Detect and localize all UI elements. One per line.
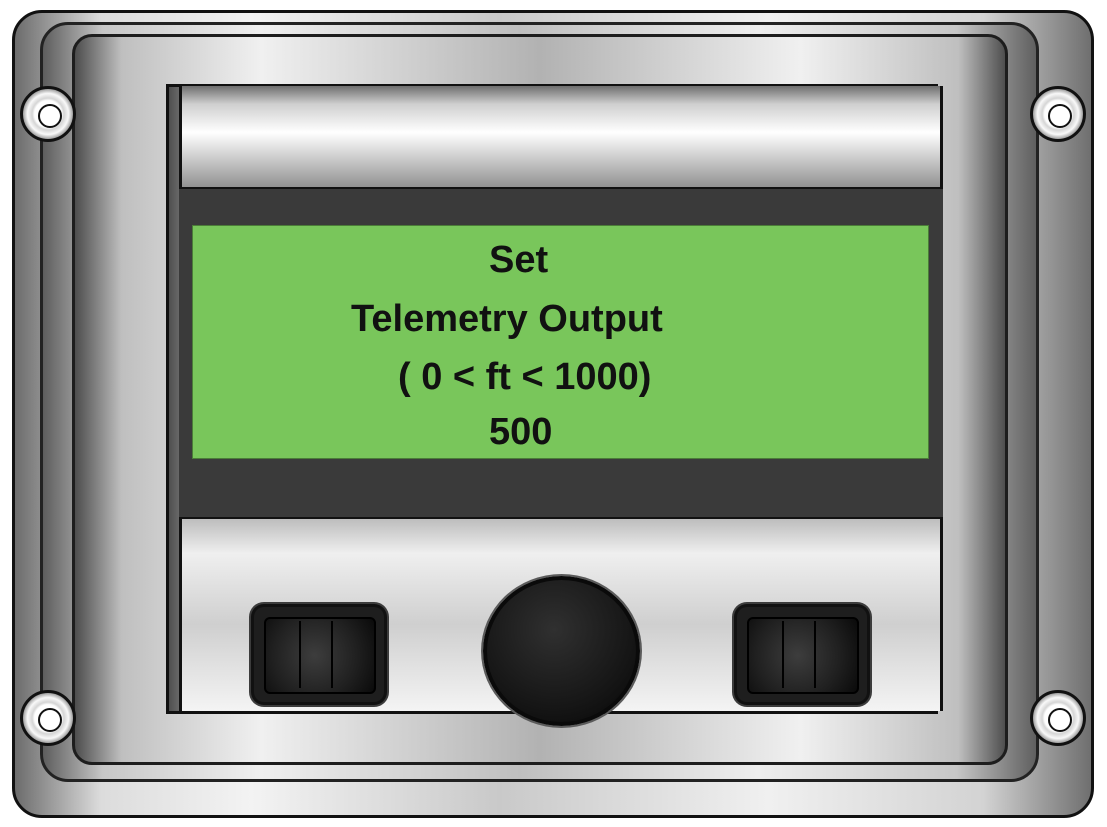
upper-recess [179, 86, 943, 187]
display-line-telemetry-output: Telemetry Output [351, 298, 663, 340]
lcd-screen: Set Telemetry Output ( 0 < ft < 1000) 50… [192, 225, 929, 459]
right-control-button[interactable] [737, 607, 867, 702]
display-line-set: Set [489, 239, 549, 281]
center-control-button[interactable] [483, 576, 640, 726]
mounting-hole-icon [1030, 86, 1086, 142]
display-line-value: 500 [489, 411, 553, 453]
display-line-range: ( 0 < ft < 1000) [398, 356, 652, 398]
mounting-hole-icon [20, 690, 76, 746]
left-control-button[interactable] [254, 607, 384, 702]
mounting-hole-icon [20, 86, 76, 142]
mounting-hole-icon [1030, 690, 1086, 746]
